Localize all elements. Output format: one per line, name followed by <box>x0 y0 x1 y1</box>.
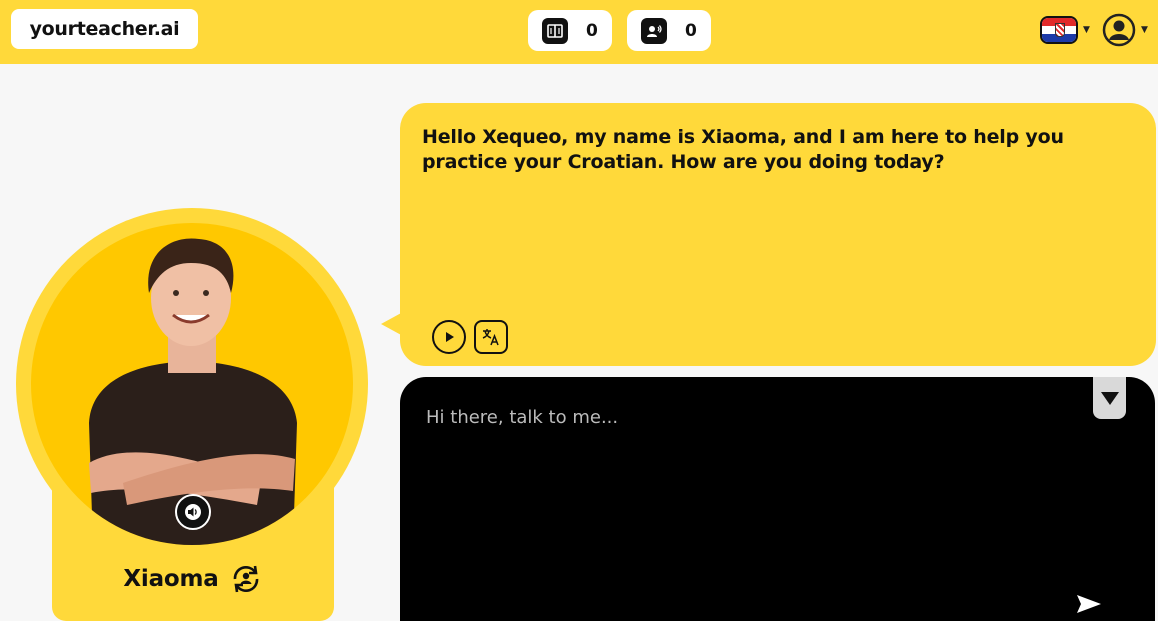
vocabulary-count: 0 <box>586 20 598 41</box>
user-avatar-icon <box>1102 13 1136 47</box>
switch-teacher-button[interactable] <box>229 562 263 596</box>
chevron-down-icon: ▼ <box>1141 25 1148 35</box>
vocabulary-counter[interactable]: 0 <box>528 10 612 51</box>
top-header: yourteacher.ai 0 0 ▼ ▼ <box>0 0 1158 64</box>
logo[interactable]: yourteacher.ai <box>11 9 198 49</box>
chat-input-panel <box>400 377 1155 621</box>
send-icon <box>1077 595 1101 613</box>
speaking-counter[interactable]: 0 <box>627 10 711 51</box>
collapse-button[interactable] <box>1093 377 1126 419</box>
chevron-down-icon: ▼ <box>1083 25 1090 35</box>
teacher-message-text: Hello Xequeo, my name is Xiaoma, and I a… <box>422 126 1064 173</box>
play-audio-button[interactable] <box>432 320 466 354</box>
play-icon <box>446 332 454 342</box>
teacher-name: Xiaoma <box>123 566 219 592</box>
book-icon <box>542 17 568 44</box>
translate-button[interactable] <box>474 320 508 354</box>
triangle-down-icon <box>1100 392 1119 405</box>
teacher-voice-button[interactable] <box>175 494 211 530</box>
speaker-icon <box>185 504 201 520</box>
send-button[interactable] <box>1074 591 1104 617</box>
speaking-count: 0 <box>685 20 697 41</box>
speaking-person-icon <box>641 17 667 44</box>
translate-icon <box>482 329 499 346</box>
message-actions <box>432 320 508 354</box>
croatia-flag-icon <box>1040 16 1078 44</box>
message-input[interactable] <box>424 405 1068 589</box>
teacher-name-row: Xiaoma <box>52 562 334 596</box>
teacher-message-bubble: Hello Xequeo, my name is Xiaoma, and I a… <box>400 103 1156 366</box>
language-selector[interactable]: ▼ <box>1040 16 1090 44</box>
switch-teacher-icon <box>233 565 258 593</box>
user-menu[interactable]: ▼ <box>1102 13 1148 47</box>
